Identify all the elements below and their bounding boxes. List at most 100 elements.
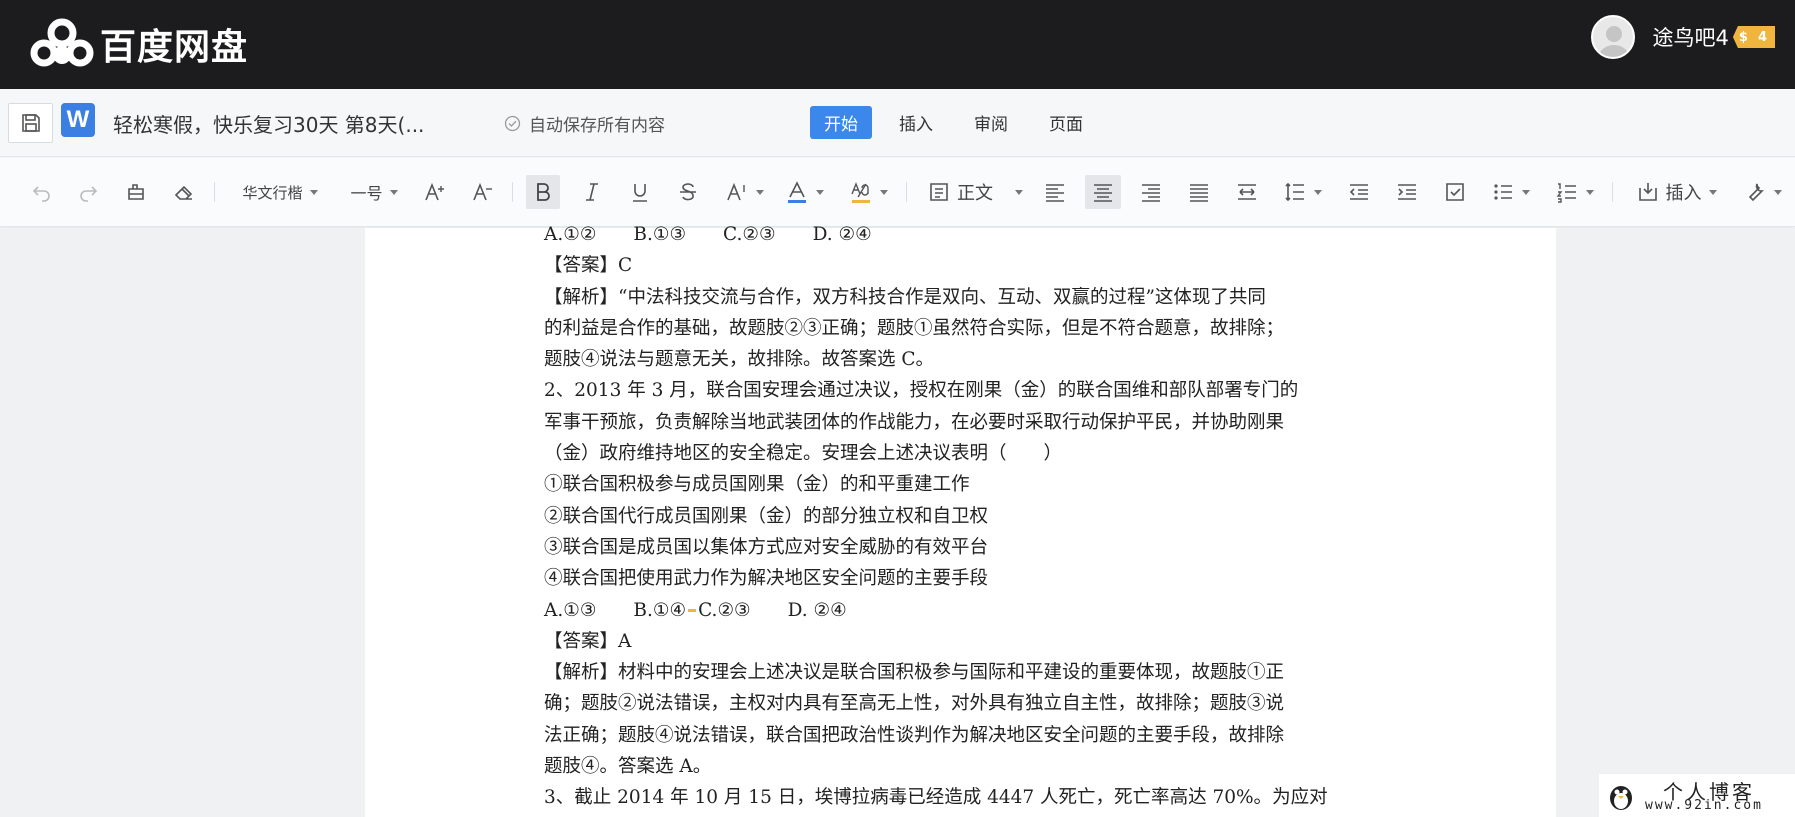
text-line: ③联合国是成员国以集体方式应对安全威胁的有效平台: [544, 536, 989, 558]
paragraph-style-select[interactable]: 正文: [924, 175, 1026, 209]
redo-button[interactable]: [74, 175, 102, 209]
bullet-list-icon: [1493, 184, 1512, 200]
save-icon: [21, 114, 40, 132]
decrease-indent-icon: [1349, 184, 1368, 200]
tab-review[interactable]: 审阅: [960, 106, 1022, 139]
text-line: ④联合国把使用武力作为解决地区安全问题的主要手段: [544, 568, 989, 590]
toolbar-divider: [214, 182, 215, 202]
checkbox-list-button[interactable]: [1440, 175, 1470, 209]
decrease-font-icon: [473, 182, 492, 201]
font-family-select[interactable]: 华文行楷: [234, 175, 326, 209]
insert-icon: [1638, 183, 1657, 201]
chevron-down-icon: [1521, 189, 1530, 195]
text-line: 法正确；题肢④说法错误，联合国把政治性谈判作为解决地区安全问题的主要手段，故排除: [544, 724, 1285, 746]
text-line: 的利益是合作的基础，故题肢②③正确；题肢①虽然符合实际，但是不符合题意，故排除；: [544, 317, 1285, 339]
strikethrough-button[interactable]: [674, 175, 702, 209]
username[interactable]: 途鸟吧4: [1653, 22, 1729, 52]
watermark-url: www.92in.com: [1645, 798, 1763, 813]
numbered-list-icon: [1556, 183, 1576, 203]
superscript-button[interactable]: [722, 175, 766, 209]
brand-logo[interactable]: 百度网盘: [30, 16, 248, 72]
line-spacing-button[interactable]: [1280, 175, 1324, 209]
decrease-font-button[interactable]: [468, 175, 498, 209]
text-line: 【解析】材料中的安理会上述决议是联合国积极参与国际和平建设的重要体现，故题肢①正: [544, 662, 1285, 684]
font-color-icon: [787, 181, 806, 203]
justify-button[interactable]: [1184, 175, 1214, 209]
line-spacing-icon: [1284, 182, 1304, 202]
tools-menu-button[interactable]: [1738, 175, 1786, 209]
align-left-button[interactable]: [1040, 175, 1070, 209]
font-color-swatch: [787, 200, 806, 203]
chevron-down-icon: [1585, 189, 1594, 195]
bold-button[interactable]: [526, 175, 560, 209]
chevron-down-icon: [1015, 189, 1023, 195]
save-button[interactable]: [8, 103, 53, 143]
toolbar-divider: [906, 182, 907, 202]
italic-button[interactable]: [578, 175, 606, 209]
underline-icon: [633, 184, 647, 202]
numbered-list-button[interactable]: [1552, 175, 1596, 209]
chevron-down-icon: [1313, 189, 1322, 195]
avatar[interactable]: [1590, 15, 1635, 59]
text-line: 2、2013 年 3 月，联合国安理会通过决议，授权在刚果（金）的联合国维和部队…: [544, 380, 1299, 402]
clear-format-button[interactable]: [170, 175, 198, 209]
bold-icon: [537, 183, 550, 201]
tab-page[interactable]: 页面: [1035, 106, 1097, 139]
align-right-button[interactable]: [1136, 175, 1166, 209]
increase-font-icon: [425, 182, 444, 201]
decrease-indent-button[interactable]: [1344, 175, 1374, 209]
text-line: 3、截止 2014 年 10 月 15 日，埃博拉病毒已经造成 4447 人死亡…: [544, 782, 1394, 813]
increase-indent-button[interactable]: [1392, 175, 1422, 209]
text-line: 军事干预旅，负责解除当地武装团体的作战能力，在必要时采取行动保护平民，并协助刚果: [544, 411, 1285, 433]
toolbar-divider: [512, 182, 513, 202]
wps-writer-icon: W: [61, 103, 95, 137]
user-menu[interactable]: 途鸟吧4 $ 4: [1590, 14, 1775, 60]
tab-insert[interactable]: 插入: [885, 106, 947, 139]
bullet-list-button[interactable]: [1488, 175, 1532, 209]
chevron-down-icon: [1708, 189, 1717, 195]
top-bar: 百度网盘 途鸟吧4 $ 4: [0, 0, 1795, 89]
highlight-icon: [850, 182, 870, 203]
text-segment: 高达 70%。为应对: [1169, 787, 1328, 809]
undo-icon: [32, 186, 50, 202]
paragraph-style-icon: [930, 183, 948, 201]
penguin-logo-icon: [1605, 780, 1637, 812]
text-line: ②联合国代行成员国刚果（金）的部分独立权和自卫权: [544, 505, 989, 527]
text-line: 确；题肢②说法错误，主权对内具有至高无上性，对外具有独立自主性，故排除；题肢③说: [544, 693, 1285, 715]
insert-menu-button[interactable]: 插入: [1630, 175, 1722, 209]
checkbox-icon: [1446, 183, 1464, 201]
text-line: 【答案】C: [544, 255, 633, 277]
underline-button[interactable]: [626, 175, 654, 209]
increase-font-button[interactable]: [420, 175, 450, 209]
document-title[interactable]: 轻松寒假，快乐复习30天 第8天(...: [113, 109, 424, 138]
align-center-icon: [1094, 184, 1112, 202]
text-segment: 3、截止 2014 年 10 月 15 日，埃博拉病毒已经造成 4447 人死亡…: [544, 787, 1170, 809]
vip-coin-icon: $: [1738, 29, 1748, 45]
comment-marker[interactable]: [688, 609, 697, 613]
font-color-button[interactable]: [782, 175, 826, 209]
highlight-button[interactable]: [846, 175, 890, 209]
text-line: 【解析】“中法科技交流与合作，双方科技合作是双向、互动、双赢的过程”这体现了共同: [544, 286, 1266, 308]
text-line: 【答案】A: [544, 630, 632, 652]
vip-badge: $ 4: [1732, 26, 1775, 48]
strikethrough-icon: [680, 183, 696, 201]
justify-icon: [1190, 184, 1208, 202]
tab-start[interactable]: 开始: [810, 106, 872, 139]
document-body[interactable]: A.①② B.①③ C.②③ D. ②④ 【答案】C 【解析】“中法科技交流与合…: [544, 219, 1394, 814]
autosave-status: 自动保存所有内容: [504, 111, 665, 136]
text-line: ①联合国积极参与成员国刚果（金）的和平重建工作: [544, 474, 970, 496]
font-size-value: 一号: [350, 184, 383, 203]
text-segment: C.②③ D. ②④: [698, 599, 847, 621]
text-segment: A.①③ B.①④: [544, 599, 687, 621]
distribute-button[interactable]: [1232, 175, 1262, 209]
autosave-label: 自动保存所有内容: [529, 116, 665, 136]
align-left-icon: [1046, 184, 1064, 202]
font-size-select[interactable]: 一号: [345, 175, 403, 209]
formatting-toolbar: 华文行楷 一号 正文 插入: [0, 158, 1795, 227]
format-painter-button[interactable]: [122, 175, 150, 209]
align-center-button[interactable]: [1085, 175, 1121, 209]
undo-button[interactable]: [28, 175, 56, 209]
text-line: 题肢④。答案选 A。: [544, 756, 712, 778]
insert-menu-label: 插入: [1665, 183, 1702, 204]
italic-icon: [586, 183, 598, 201]
